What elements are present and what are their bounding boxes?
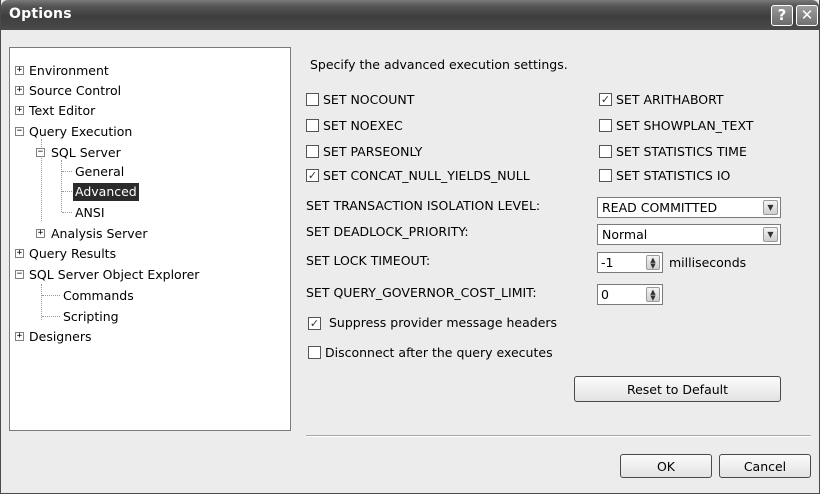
isolation-level-value: READ COMMITTED (602, 200, 718, 215)
set-nocount-checkbox[interactable] (306, 93, 319, 106)
collapse-icon[interactable]: − (15, 127, 24, 136)
expand-icon[interactable]: + (15, 249, 24, 258)
tree-item-label: General (75, 164, 125, 179)
set-nocount-label: SET NOCOUNT (323, 92, 415, 107)
collapse-icon[interactable]: − (36, 148, 45, 157)
suppress-headers-checkbox[interactable]: ✓ (308, 317, 321, 330)
set-showplan-text-label: SET SHOWPLAN_TEXT (616, 118, 754, 133)
tree-item-label: Scripting (63, 309, 119, 324)
tree-item-label: Query Execution (29, 124, 133, 139)
help-icon: ? (777, 6, 787, 24)
close-button[interactable]: ✕ (796, 5, 818, 26)
reset-to-default-button[interactable]: Reset to Default (574, 376, 781, 402)
set-statistics-io-label: SET STATISTICS IO (616, 168, 731, 183)
lock-timeout-stepper[interactable]: -1 ▲ ▼ (597, 252, 663, 273)
tree-connector (42, 316, 60, 317)
tree-item-label: SQL Server Object Explorer (29, 267, 200, 282)
title-bar[interactable]: Options ? ✕ (1, 0, 819, 30)
deadlock-priority-dropdown[interactable]: Normal ▼ (597, 224, 781, 245)
disconnect-after-query-checkbox[interactable] (308, 346, 321, 359)
window-title: Options (9, 6, 72, 22)
set-noexec-checkbox[interactable] (306, 119, 319, 132)
tree-connector (42, 295, 60, 296)
query-governor-label: SET QUERY_GOVERNOR_COST_LIMIT: (306, 285, 537, 300)
set-concat-null-checkbox[interactable]: ✓ (306, 169, 319, 182)
chevron-down-icon[interactable]: ▼ (763, 227, 778, 242)
tree-item-label: Text Editor (29, 103, 96, 118)
panel-heading: Specify the advanced execution settings. (310, 57, 568, 72)
expand-icon[interactable]: + (15, 86, 24, 95)
suppress-headers-label: Suppress provider message headers (329, 315, 558, 330)
set-concat-null-label: SET CONCAT_NULL_YIELDS_NULL (323, 168, 530, 183)
deadlock-priority-label: SET DEADLOCK_PRIORITY: (306, 224, 469, 239)
tree-item-label: Commands (63, 288, 134, 303)
isolation-level-dropdown[interactable]: READ COMMITTED ▼ (597, 197, 781, 218)
collapse-icon[interactable]: − (15, 270, 24, 279)
set-parseonly-label: SET PARSEONLY (323, 144, 423, 159)
isolation-level-label: SET TRANSACTION ISOLATION LEVEL: (306, 198, 541, 213)
help-button[interactable]: ? (771, 5, 793, 26)
close-icon: ✕ (800, 6, 814, 24)
chevron-down-icon[interactable]: ▼ (763, 200, 778, 215)
spin-down-icon: ▼ (650, 262, 656, 270)
lock-timeout-label: SET LOCK TIMEOUT: (306, 253, 431, 268)
footer-divider (306, 435, 811, 437)
disconnect-after-query-label: Disconnect after the query executes (325, 345, 553, 360)
set-arithabort-checkbox[interactable]: ✓ (599, 93, 612, 106)
options-dialog: Options ? ✕ + Environment + Source Contr… (0, 0, 820, 494)
ok-button[interactable]: OK (620, 454, 712, 478)
set-parseonly-checkbox[interactable] (306, 145, 319, 158)
tree-item-label: SQL Server (51, 145, 121, 160)
expand-icon[interactable]: + (36, 229, 45, 238)
tree-connector (41, 284, 42, 320)
tree-item-label: Environment (29, 63, 109, 78)
tree-connector (62, 212, 72, 213)
spin-arrows-icon[interactable]: ▲ ▼ (646, 287, 660, 302)
lock-timeout-value: -1 (601, 255, 614, 270)
tree-connector (61, 160, 62, 212)
set-statistics-io-checkbox[interactable] (599, 169, 612, 182)
options-tree[interactable]: + Environment + Source Control + Text Ed… (9, 47, 291, 431)
set-noexec-label: SET NOEXEC (323, 118, 403, 133)
set-showplan-text-checkbox[interactable] (599, 119, 612, 132)
query-governor-value: 0 (601, 287, 609, 302)
set-statistics-time-label: SET STATISTICS TIME (616, 144, 747, 159)
expand-icon[interactable]: + (15, 106, 24, 115)
tree-item-label: Query Results (29, 246, 117, 261)
expand-icon[interactable]: + (15, 66, 24, 75)
tree-item-label-selected: Advanced (73, 183, 139, 201)
spin-down-icon: ▼ (650, 294, 656, 302)
set-arithabort-label: SET ARITHABORT (616, 92, 724, 107)
deadlock-priority-value: Normal (602, 227, 648, 242)
tree-item-label: Designers (29, 329, 92, 344)
lock-timeout-unit: milliseconds (669, 255, 747, 270)
tree-item-label: ANSI (75, 205, 105, 220)
spin-arrows-icon[interactable]: ▲ ▼ (646, 255, 660, 270)
cancel-button[interactable]: Cancel (719, 454, 811, 478)
query-governor-stepper[interactable]: 0 ▲ ▼ (597, 284, 663, 305)
expand-icon[interactable]: + (15, 332, 24, 341)
tree-item-label: Source Control (29, 83, 122, 98)
tree-item-label: Analysis Server (51, 226, 148, 241)
set-statistics-time-checkbox[interactable] (599, 145, 612, 158)
tree-connector (62, 171, 72, 172)
tree-connector (62, 191, 72, 192)
